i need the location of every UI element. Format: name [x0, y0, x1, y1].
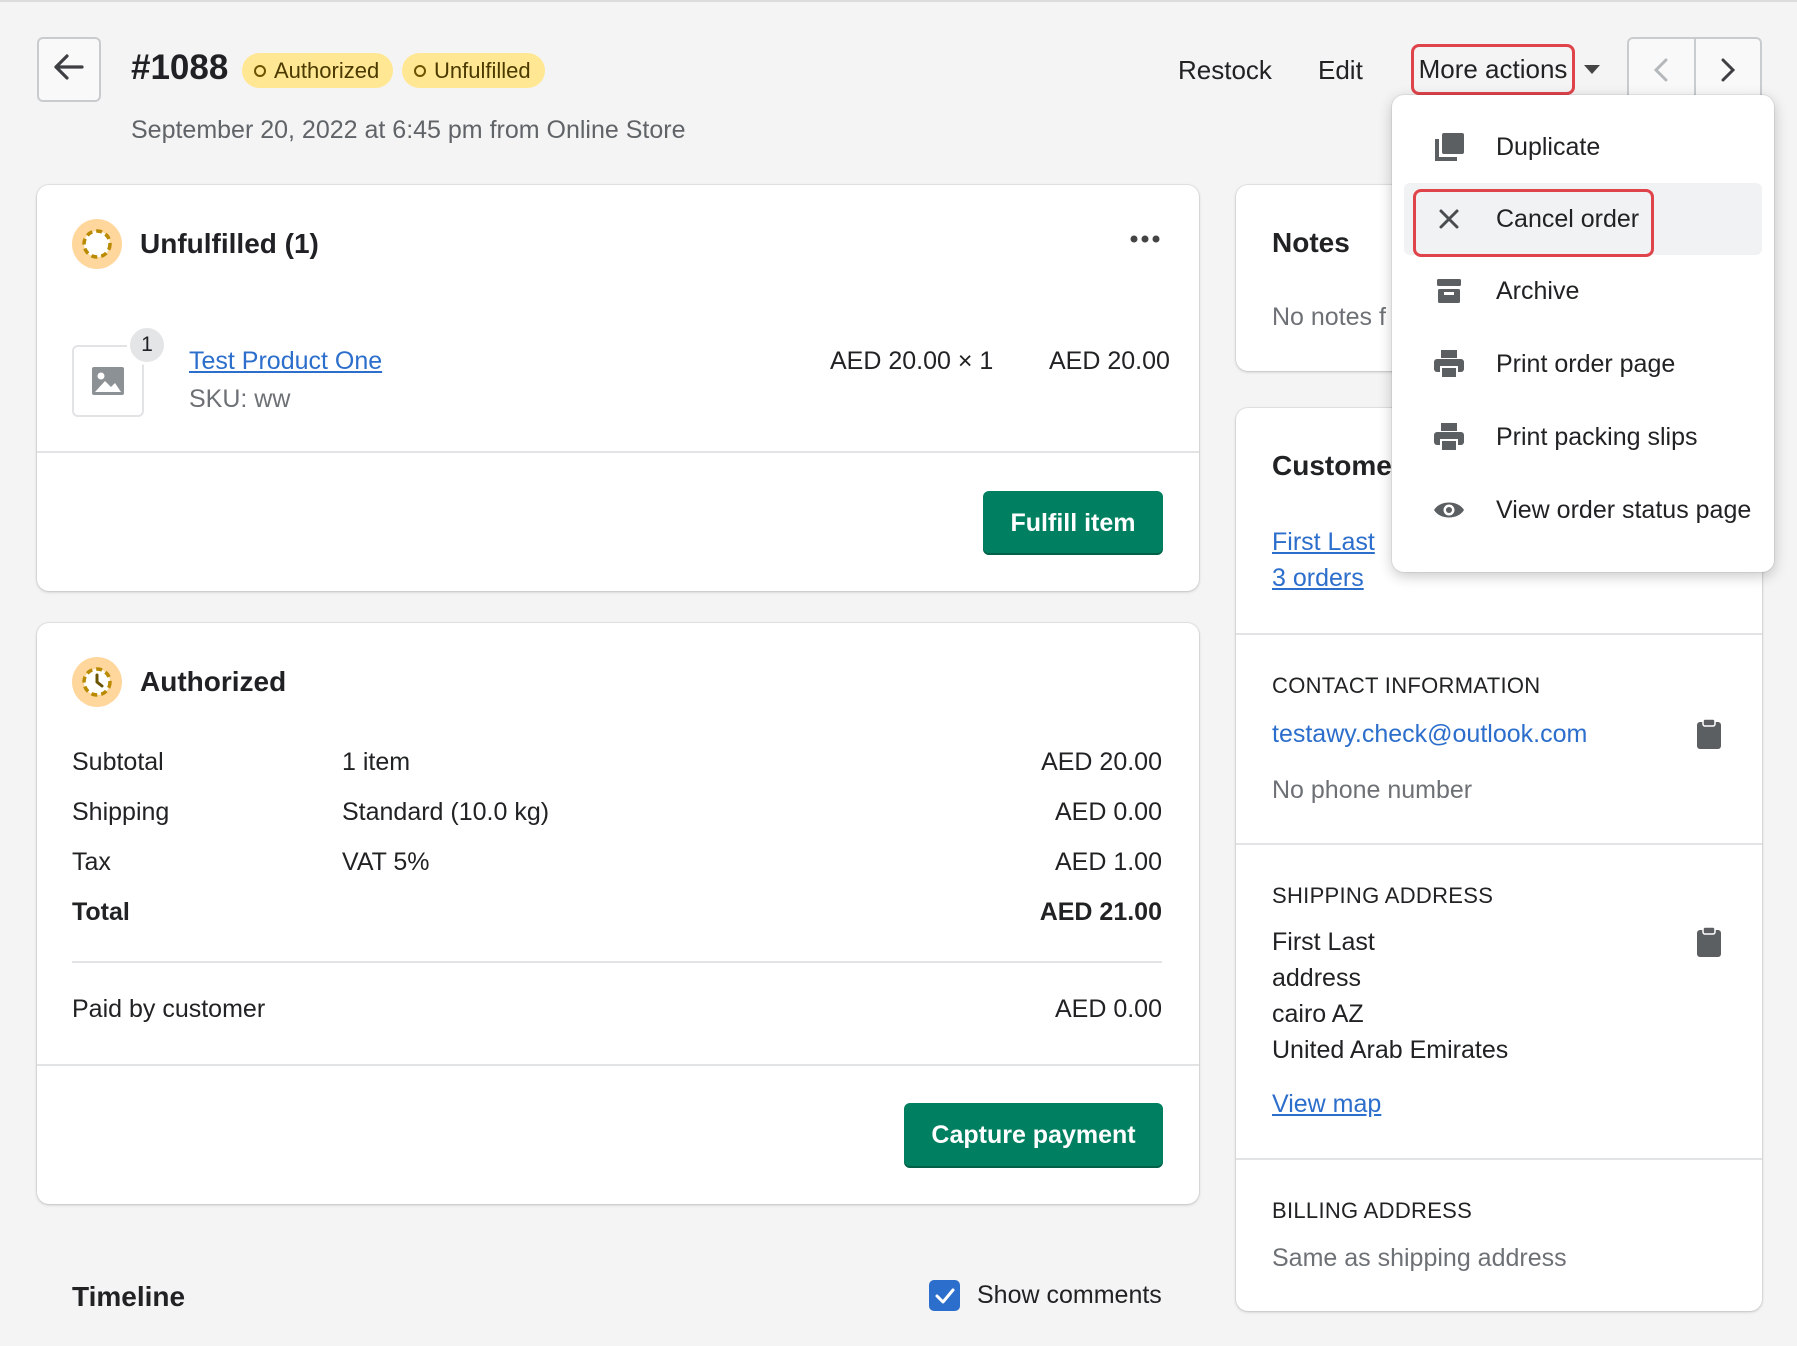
notes-title: Notes: [1272, 227, 1350, 258]
shipping-detail: Standard (10.0 kg): [342, 798, 550, 826]
menu-item-print-packing-slips[interactable]: Print packing slips: [1404, 401, 1762, 473]
menu-item-archive[interactable]: Archive: [1404, 255, 1762, 327]
printer-icon: [1414, 422, 1484, 452]
clipboard-icon[interactable]: [1696, 718, 1722, 755]
customer-name-link[interactable]: First Last: [1272, 528, 1375, 557]
show-comments-label[interactable]: Show comments: [977, 1281, 1162, 1310]
customer-phone: No phone number: [1272, 776, 1473, 804]
status-dot-icon: [254, 64, 266, 77]
paid-by-customer-label: Paid by customer: [72, 995, 266, 1023]
shipping-address-label: SHIPPING ADDRESS: [1272, 883, 1494, 908]
cancel-order-highlight: [1413, 189, 1654, 257]
paid-by-customer-amount: AED 0.00: [1054, 995, 1162, 1023]
tax-amount: AED 1.00: [1054, 848, 1162, 876]
customer-title: Custome: [1272, 450, 1392, 481]
order-subtitle: September 20, 2022 at 6:45 pm from Onlin…: [131, 116, 686, 144]
more-actions-menu: Duplicate Cancel order Archive Print ord…: [1392, 95, 1774, 572]
duplicate-icon: [1414, 132, 1484, 162]
billing-address-text: Same as shipping address: [1272, 1244, 1567, 1272]
more-actions-button[interactable]: More actions: [1411, 44, 1575, 95]
subtotal-label: Subtotal: [72, 748, 164, 776]
timeline-title: Timeline: [72, 1281, 186, 1312]
view-map-link[interactable]: View map: [1272, 1090, 1381, 1119]
eye-icon: [1414, 499, 1484, 521]
card-divider: [1236, 1158, 1762, 1160]
shipping-address-line: cairo AZ: [1272, 1000, 1364, 1028]
unfulfilled-title: Unfulfilled (1): [140, 228, 319, 259]
total-amount: AED 21.00: [1039, 898, 1162, 926]
more-options-icon[interactable]: [1129, 231, 1161, 249]
restock-button[interactable]: Restock: [1178, 55, 1272, 86]
card-divider: [1236, 843, 1762, 845]
previous-order-button[interactable]: [1629, 39, 1696, 100]
chevron-right-icon: [1721, 58, 1735, 81]
status-badge-unfulfilled: Unfulfilled: [402, 53, 545, 88]
unfulfilled-card: Unfulfilled (1) 1 Test Product One SKU: …: [37, 185, 1199, 591]
shipping-amount: AED 0.00: [1054, 798, 1162, 826]
tax-detail: VAT 5%: [342, 848, 430, 876]
totals-divider: [72, 961, 1162, 963]
order-pager: [1627, 37, 1762, 102]
payment-card: Authorized Subtotal 1 item AED 20.00 Shi…: [37, 623, 1199, 1204]
menu-item-print-order-page[interactable]: Print order page: [1404, 328, 1762, 400]
caret-down-icon[interactable]: [1584, 65, 1600, 74]
order-number: #1088: [131, 48, 229, 87]
contact-information-label: CONTACT INFORMATION: [1272, 673, 1541, 698]
payment-header: Authorized: [72, 657, 286, 707]
total-label: Total: [72, 898, 130, 926]
top-border: [0, 0, 1797, 2]
product-total: AED 20.00: [1049, 347, 1170, 375]
subtotal-amount: AED 20.00: [1041, 748, 1162, 776]
capture-payment-button[interactable]: Capture payment: [904, 1103, 1163, 1168]
fulfill-item-button[interactable]: Fulfill item: [983, 491, 1163, 555]
card-divider: [37, 451, 1199, 453]
product-sku: SKU: ww: [189, 385, 291, 413]
menu-item-view-order-status[interactable]: View order status page: [1404, 474, 1762, 546]
customer-orders-link[interactable]: 3 orders: [1272, 564, 1364, 593]
clipboard-icon[interactable]: [1696, 926, 1722, 963]
chevron-left-icon: [1654, 58, 1668, 81]
payment-title: Authorized: [140, 666, 287, 697]
arrow-left-icon: [54, 54, 84, 85]
card-divider: [37, 1064, 1199, 1066]
notes-text: No notes f: [1272, 303, 1386, 331]
unfulfilled-header: Unfulfilled (1): [72, 219, 319, 269]
archive-icon: [1414, 277, 1484, 305]
status-dot-icon: [414, 64, 426, 77]
subtotal-detail: 1 item: [342, 748, 411, 776]
card-divider: [1236, 633, 1762, 635]
image-placeholder-icon: [92, 367, 124, 395]
shipping-address-line: First Last: [1272, 928, 1375, 956]
customer-email-link[interactable]: testawy.check@outlook.com: [1272, 720, 1587, 749]
shipping-address-line: United Arab Emirates: [1272, 1036, 1509, 1064]
billing-address-label: BILLING ADDRESS: [1272, 1198, 1473, 1223]
printer-icon: [1414, 349, 1484, 379]
checkmark-icon: [935, 1288, 954, 1303]
show-comments-checkbox[interactable]: [929, 1280, 960, 1311]
product-unit-price: AED 20.00 × 1: [830, 347, 994, 375]
menu-item-duplicate[interactable]: Duplicate: [1404, 111, 1762, 183]
unfulfilled-status-icon: [72, 219, 122, 269]
quantity-badge: 1: [127, 325, 167, 365]
product-name-link[interactable]: Test Product One: [189, 347, 382, 376]
tax-label: Tax: [72, 848, 111, 876]
clock-icon: [72, 657, 122, 707]
status-badge-authorized: Authorized: [242, 53, 394, 88]
edit-button[interactable]: Edit: [1318, 55, 1363, 86]
back-button[interactable]: [37, 37, 101, 102]
shipping-label: Shipping: [72, 798, 170, 826]
shipping-address-line: address: [1272, 964, 1361, 992]
next-order-button[interactable]: [1696, 39, 1761, 100]
